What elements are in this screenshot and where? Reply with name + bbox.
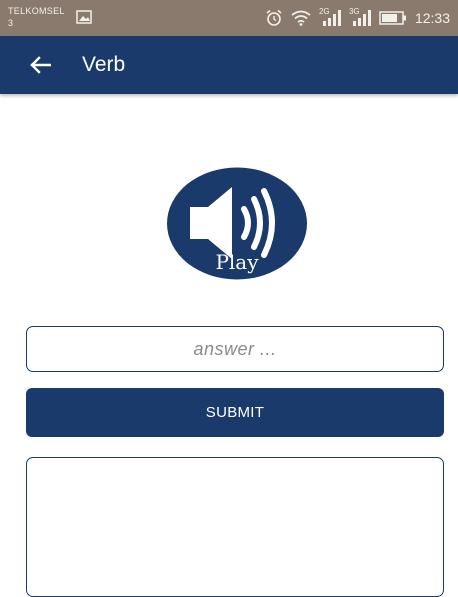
battery-icon: [379, 11, 406, 25]
sim-slot: 3: [8, 18, 14, 28]
status-bar: TELKOMSEL 3 2G 3G 12:33: [0, 0, 458, 36]
gallery-notification-icon: [76, 10, 92, 24]
signal-bars-2-icon: [352, 10, 371, 26]
clock: 12:33: [414, 10, 450, 26]
play-audio-button[interactable]: Play: [166, 167, 308, 280]
wifi-icon: [291, 10, 311, 26]
alarm-icon: [266, 9, 282, 26]
signal-1: 2G: [319, 7, 341, 27]
carrier-name: TELKOMSEL: [8, 6, 65, 16]
app-bar: Verb: [0, 36, 458, 94]
result-text-area[interactable]: [26, 457, 444, 597]
answer-input[interactable]: [26, 326, 444, 372]
page-title: Verb: [82, 53, 126, 76]
signal-2: 3G: [349, 7, 371, 27]
signal-bars-1-icon: [322, 10, 341, 26]
play-label: Play: [215, 250, 259, 274]
back-button[interactable]: [22, 49, 58, 81]
submit-button[interactable]: SUBMIT: [26, 388, 444, 437]
arrow-left-icon: [30, 56, 51, 74]
status-icons: 2G 3G 12:33: [265, 7, 450, 28]
